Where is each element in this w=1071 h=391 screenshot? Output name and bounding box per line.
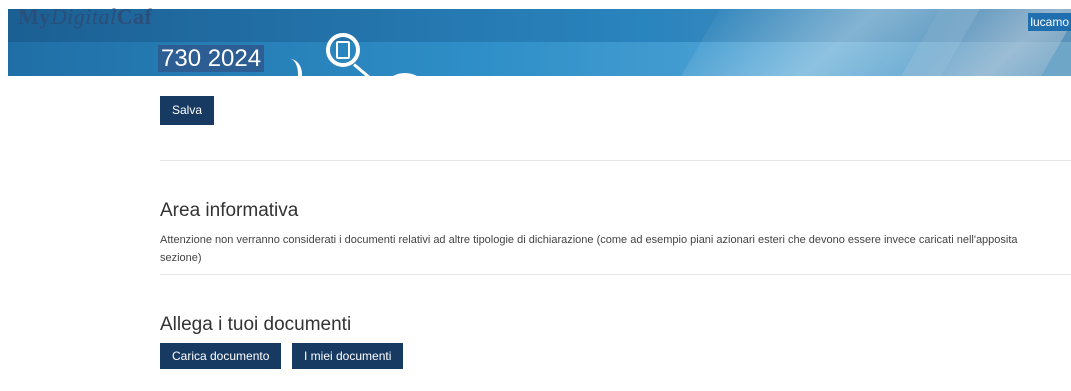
decorative-line: [353, 63, 378, 76]
upload-document-button[interactable]: Carica documento: [160, 343, 282, 369]
decorative-arc: [278, 59, 302, 76]
header: MyDigitalCaf lucamo 730 2024: [0, 0, 1071, 76]
save-button[interactable]: Salva: [160, 96, 215, 125]
logo[interactable]: MyDigitalCaf: [18, 4, 152, 30]
device-icon: [326, 33, 360, 67]
user-menu-link[interactable]: lucamo: [1028, 13, 1071, 31]
info-section-title: Area informativa: [160, 200, 299, 221]
divider: [160, 160, 1071, 161]
network-icon: [380, 73, 430, 76]
divider: [160, 274, 1071, 275]
info-section-text: Attenzione non verranno considerati i do…: [160, 234, 1018, 264]
page-title: 730 2024: [158, 45, 265, 72]
attach-section-title: Allega i tuoi documenti: [160, 314, 352, 335]
my-documents-button[interactable]: I miei documenti: [292, 343, 404, 369]
